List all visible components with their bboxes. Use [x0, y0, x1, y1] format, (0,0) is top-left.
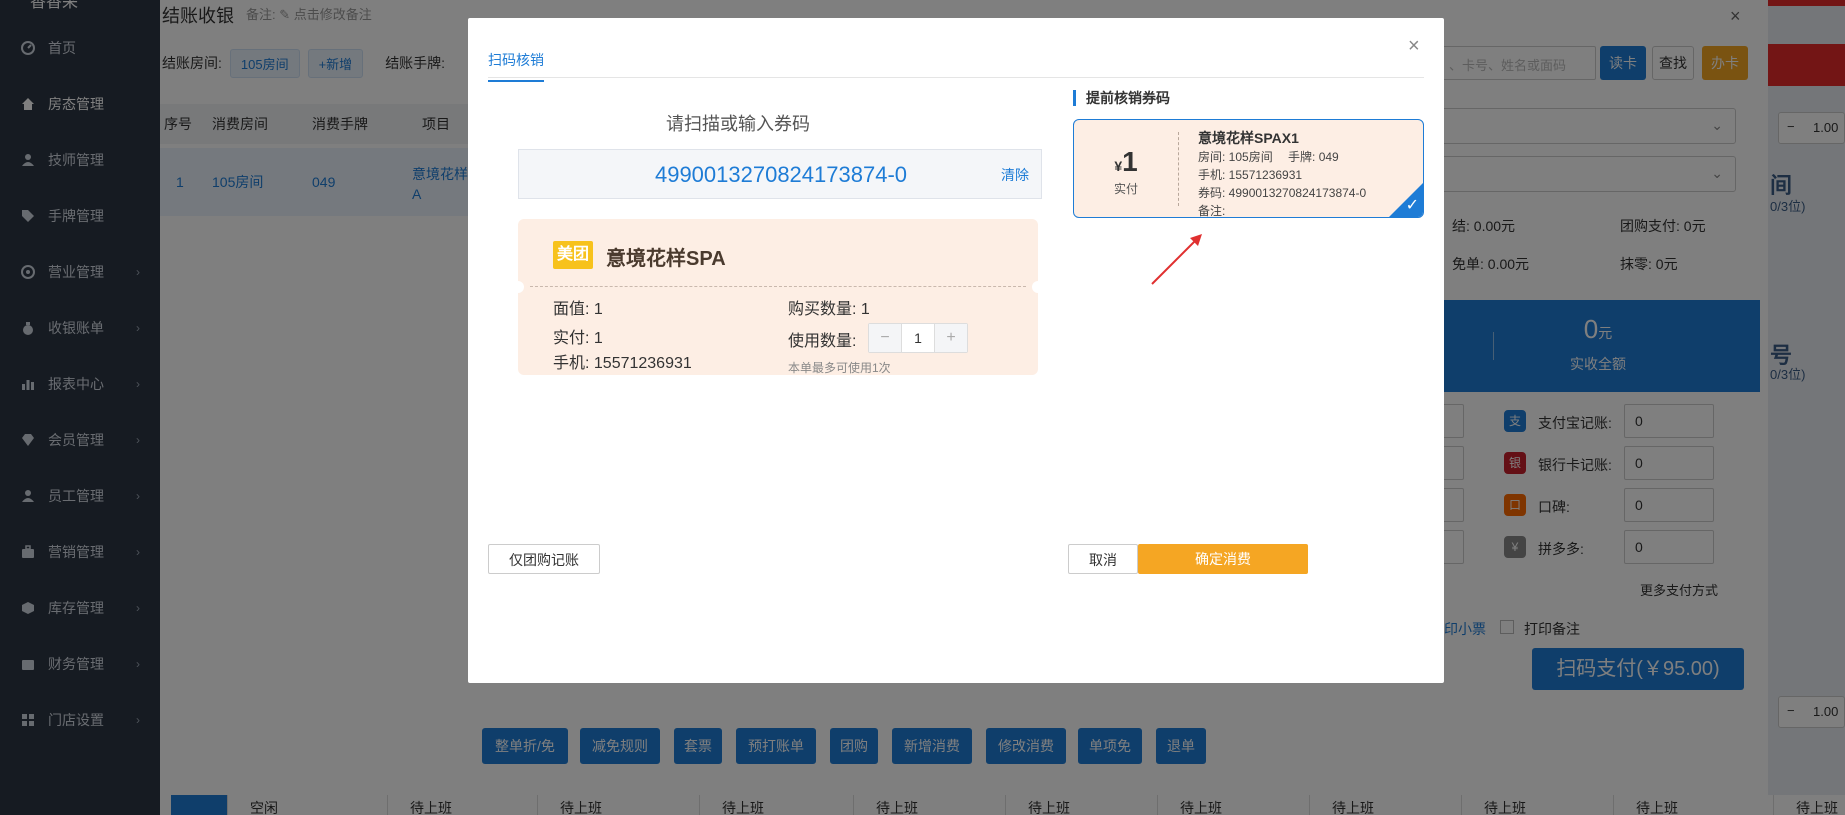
tab-divider [488, 77, 1424, 78]
qty-value[interactable]: 1 [901, 324, 935, 352]
pre-code: 券码: 4990013270824173874-0 [1198, 186, 1367, 200]
scan-verify-modal: × 扫码核销 请扫描或输入券码 4990013270824173874-0 清除… [468, 18, 1444, 683]
pre-verify-card[interactable]: ¥1 实付 意境花样SPAX1 房间: 105房间 手牌: 049 手机: 15… [1073, 119, 1424, 218]
pre-card-divider [1178, 132, 1179, 206]
group-only-button[interactable]: 仅团购记账 [488, 544, 600, 574]
pre-paid-label: 实付 [1113, 182, 1138, 196]
pre-note: 备注: [1198, 204, 1226, 218]
red-arrow-annotation [1151, 234, 1202, 285]
pre-amount: ¥1 [1114, 146, 1138, 177]
check-icon: ✓ [1405, 197, 1419, 214]
cancel-button[interactable]: 取消 [1068, 544, 1138, 574]
ticket-divider [530, 286, 1026, 287]
close-icon[interactable]: × [1408, 36, 1420, 56]
use-qty-label: 使用数量: [788, 333, 857, 350]
ticket-phone: 手机: 15571236931 [553, 355, 692, 372]
face-value: 面值: 1 [553, 301, 603, 318]
confirm-consume-button[interactable]: 确定消费 [1138, 544, 1308, 574]
qty-minus-button[interactable]: − [869, 324, 901, 352]
clear-button[interactable]: 清除 [1001, 150, 1029, 200]
pre-phone: 手机: 15571236931 [1198, 168, 1303, 182]
scan-prompt: 请扫描或输入券码 [666, 114, 810, 134]
buy-qty: 购买数量: 1 [788, 301, 870, 318]
meituan-badge: 美团 [553, 241, 593, 269]
coupon-ticket: 美团 意境花样SPA 面值: 1 实付: 1 手机: 15571236931 购… [512, 219, 1044, 375]
paid-value: 实付: 1 [553, 330, 603, 347]
coupon-code-value: 4990013270824173874-0 [654, 162, 908, 187]
ticket-name: 意境花样SPA [606, 248, 726, 270]
pre-item-name: 意境花样SPAX1 [1198, 130, 1299, 146]
max-use-note: 本单最多可使用1次 [788, 361, 891, 375]
use-qty-stepper[interactable]: − 1 + [868, 323, 968, 353]
pre-amount-block: ¥1 实付 [1074, 120, 1178, 217]
qty-plus-button[interactable]: + [935, 324, 967, 352]
pre-room-plate: 房间: 105房间 手牌: 049 [1198, 150, 1339, 164]
ticket-notch-left [512, 281, 524, 293]
ticket-notch-right [1032, 281, 1044, 293]
pre-verify-title: 提前核销券码 [1073, 90, 1170, 106]
coupon-code-input[interactable]: 4990013270824173874-0 清除 [518, 149, 1042, 199]
